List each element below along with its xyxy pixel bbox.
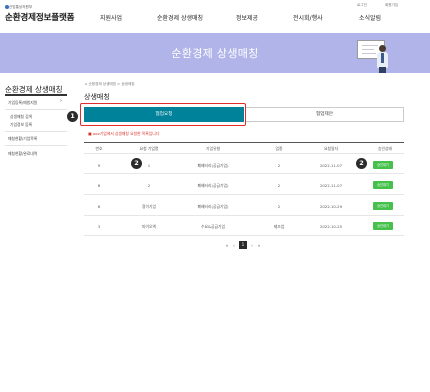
cell-company[interactable]: 2 bbox=[130, 183, 168, 188]
row-divider bbox=[84, 215, 404, 216]
sidebar-divider bbox=[5, 145, 67, 146]
presenter-tie bbox=[381, 53, 384, 63]
notice-text: ■ ooo기업에서 상생매칭 요청한 목록입니다 bbox=[88, 131, 160, 136]
approve-status-button[interactable]: 승인대기 bbox=[373, 202, 393, 210]
cell-type: 폐배터리(공급기업) bbox=[197, 204, 229, 209]
sidebar-title-rule bbox=[5, 94, 67, 96]
annotation-badge-1: 1 bbox=[67, 111, 78, 122]
approve-status-button[interactable]: 승인대기 bbox=[373, 161, 393, 169]
cell-date: 2022-10-29 bbox=[319, 204, 343, 209]
annotation-badge-2-company: 2 bbox=[131, 158, 142, 169]
nav-item-events[interactable]: 전시회/행사 bbox=[293, 13, 323, 22]
highlight-box bbox=[80, 103, 246, 126]
home-icon[interactable]: ⌂ bbox=[85, 82, 87, 86]
row-divider bbox=[84, 153, 404, 154]
prev-page-icon[interactable]: ‹ bbox=[231, 243, 237, 248]
sidebar-divider bbox=[5, 131, 67, 132]
column-header-status: 승인상태 bbox=[378, 146, 392, 151]
nav-item-support[interactable]: 지원사업 bbox=[100, 13, 122, 22]
cell-industry: 2 bbox=[277, 183, 281, 188]
sidebar-item-company-register[interactable]: 기업정보 등록 bbox=[10, 122, 32, 128]
breadcrumb: ⌂ 순환경제 상생매칭 > 상생매칭 bbox=[85, 82, 135, 87]
cell-industry: 2 bbox=[277, 163, 281, 168]
last-page-icon[interactable]: » bbox=[256, 243, 262, 248]
nav-item-info[interactable]: 정보제공 bbox=[236, 13, 258, 22]
signup-link[interactable]: 회원가입 bbox=[385, 3, 398, 8]
presenter-legs bbox=[379, 67, 386, 73]
cell-date: 2022-10-25 bbox=[319, 224, 343, 229]
column-header-type: 기업유형 bbox=[206, 146, 220, 151]
login-link[interactable]: 로그인 bbox=[357, 3, 367, 8]
cell-industry: 2 bbox=[277, 204, 281, 209]
approve-status-button[interactable]: 승인대기 bbox=[373, 181, 393, 189]
sidebar-item-completed[interactable]: 매칭현황/완료내역 bbox=[8, 151, 37, 157]
tab-cooperation-proposal[interactable]: 협업제안 bbox=[245, 107, 404, 122]
sidebar-item-search[interactable]: 상생매칭 검색 bbox=[10, 114, 32, 120]
row-divider bbox=[84, 235, 404, 236]
org-label: 산업통상자원부 bbox=[9, 5, 33, 9]
cell-date: 2022-11-07 bbox=[319, 163, 343, 168]
column-header-company: 요청 기업명 bbox=[139, 146, 159, 151]
cell-industry: 제조업 bbox=[273, 224, 285, 229]
column-header-industry: 업종 bbox=[275, 146, 283, 151]
sidebar-item-register[interactable]: 기업등록/매칭지원 bbox=[8, 100, 37, 106]
row-divider bbox=[84, 194, 404, 195]
sidebar-divider bbox=[5, 109, 67, 110]
cell-number: 8 bbox=[97, 183, 101, 188]
table-header-rule bbox=[84, 142, 404, 143]
cell-type: 폐배터리(공급기업) bbox=[197, 183, 229, 188]
page-title: 상생매칭 bbox=[84, 93, 110, 101]
column-header-date: 요청일자 bbox=[324, 146, 338, 151]
cell-type: 수요&공급기업 bbox=[201, 224, 225, 229]
cell-number: 3 bbox=[97, 224, 101, 229]
cell-company[interactable]: 정이기업 bbox=[130, 204, 168, 210]
annotation-badge-2-status: 2 bbox=[356, 158, 367, 169]
column-header-number: 번호 bbox=[95, 146, 103, 151]
nav-item-news[interactable]: 소식알림 bbox=[359, 13, 381, 22]
cell-date: 2022-11-07 bbox=[319, 183, 343, 188]
site-logo[interactable]: 순환경제정보플랫폼 bbox=[5, 11, 75, 23]
cell-number: 6 bbox=[97, 204, 101, 209]
row-divider bbox=[84, 173, 404, 174]
next-page-icon[interactable]: › bbox=[249, 243, 255, 248]
cell-number: 9 bbox=[97, 163, 101, 168]
chevron-right-icon: › bbox=[60, 98, 62, 104]
cell-company[interactable]: 마이오엑 bbox=[130, 224, 168, 230]
sidebar-item-company-list[interactable]: 매칭현황/기업목록 bbox=[8, 136, 37, 142]
approve-status-button[interactable]: 승인대기 bbox=[373, 222, 393, 230]
cell-type: 폐배터리(공급기업) bbox=[197, 163, 229, 168]
breadcrumb-text: 순환경제 상생매칭 > 상생매칭 bbox=[88, 82, 135, 86]
nav-item-matching[interactable]: 순환경제 상생매칭 bbox=[157, 13, 203, 22]
first-page-icon[interactable]: « bbox=[224, 243, 230, 248]
presenter-head bbox=[379, 45, 386, 52]
page-number-current[interactable]: 1 bbox=[239, 241, 247, 249]
